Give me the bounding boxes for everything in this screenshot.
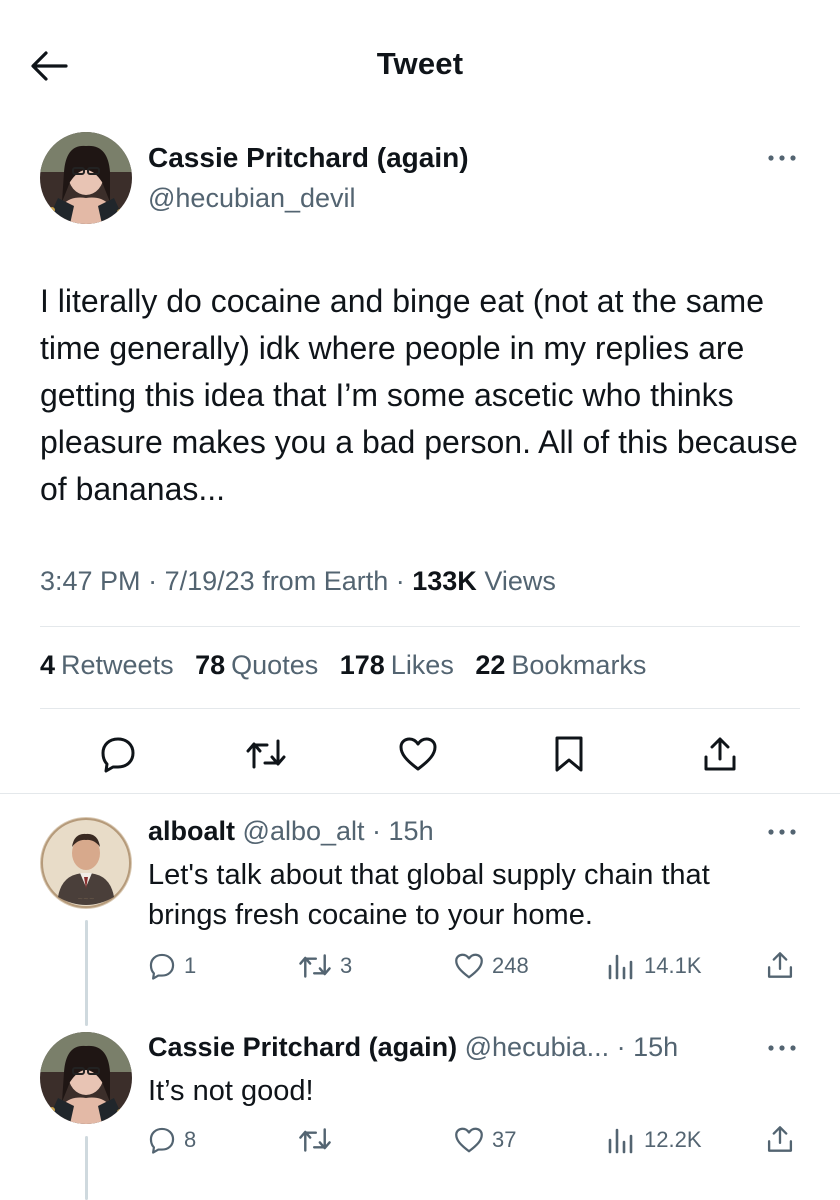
reply-header: Cassie Pritchard (again) @hecubia... · 1… <box>148 1032 678 1063</box>
reply-author-handle[interactable]: @albo_alt <box>243 816 365 846</box>
reply-header: alboalt @albo_alt · 15h <box>148 816 434 847</box>
likes-stat[interactable]: 178 Likes <box>340 650 454 681</box>
reply-like-button[interactable]: 37 <box>454 1126 516 1154</box>
reply-more-options-button[interactable] <box>765 1038 799 1058</box>
reply-like-button[interactable]: 248 <box>454 952 529 980</box>
bookmark-icon <box>555 736 583 772</box>
divider <box>0 793 840 794</box>
retweets-label: Retweets <box>61 650 174 680</box>
like-button[interactable] <box>394 730 442 778</box>
reply-retweet-button[interactable]: 3 <box>298 952 352 980</box>
top-bar: Tweet <box>0 0 840 120</box>
tweet-meta: 3:47 PM · 7/19/23 from Earth · 133K View… <box>40 566 556 597</box>
author-handle[interactable]: @hecubian_devil <box>148 183 356 214</box>
reply-text: Let's talk about that global supply chai… <box>148 859 710 931</box>
reply-views-button[interactable]: 12.2K <box>606 1126 702 1154</box>
meta-separator: · <box>148 566 165 596</box>
thread-line <box>85 1136 88 1200</box>
view-count: 12.2K <box>644 1127 702 1152</box>
views-count: 133K <box>412 566 477 596</box>
like-count: 37 <box>492 1127 517 1152</box>
reply-author-handle[interactable]: @hecubia... <box>465 1032 610 1062</box>
retweet-icon <box>246 739 286 769</box>
reply-count: 1 <box>184 953 197 978</box>
tweet-date[interactable]: 7/19/23 <box>165 566 255 596</box>
like-icon <box>455 953 483 979</box>
quotes-stat[interactable]: 78 Quotes <box>195 650 318 681</box>
retweets-count: 4 <box>40 650 56 680</box>
retweet-icon <box>299 954 331 978</box>
share-icon <box>767 952 793 978</box>
divider <box>40 708 800 709</box>
bookmarks-count: 22 <box>475 650 506 680</box>
avatar[interactable] <box>40 132 132 224</box>
bookmark-button[interactable] <box>545 730 593 778</box>
meta-separator: · <box>364 816 389 846</box>
more-options-button[interactable] <box>765 148 799 168</box>
meta-separator: · <box>609 1032 634 1062</box>
reply-avatar[interactable] <box>40 1032 132 1124</box>
reply-text: It’s not good! <box>148 1075 314 1107</box>
views-icon <box>608 954 633 980</box>
like-icon <box>455 1127 483 1153</box>
meta-separator: · <box>395 566 413 596</box>
reply-time[interactable]: 15h <box>389 816 434 846</box>
reply-more-options-button[interactable] <box>765 822 799 842</box>
retweet-button[interactable] <box>242 730 290 778</box>
reply-author-name[interactable]: Cassie Pritchard (again) <box>148 1032 457 1062</box>
retweets-stat[interactable]: 4 Retweets <box>40 650 174 681</box>
quotes-label: Quotes <box>231 650 319 680</box>
reply-author-name[interactable]: alboalt <box>148 816 235 846</box>
reply-time[interactable]: 15h <box>633 1032 678 1062</box>
svg-text:~~~: ~~~ <box>77 895 95 903</box>
likes-count: 178 <box>339 650 385 680</box>
reply-icon <box>149 1127 175 1154</box>
likes-label: Likes <box>390 650 454 680</box>
more-icon <box>768 155 796 161</box>
tweet-stats: 4 Retweets 78 Quotes 178 Likes 22 Bookmarks <box>40 650 660 681</box>
reply-share-button[interactable] <box>766 1124 794 1154</box>
reply-icon <box>149 953 175 980</box>
page-title: Tweet <box>376 46 464 81</box>
reply-icon <box>101 737 135 773</box>
author-name[interactable]: Cassie Pritchard (again) <box>148 142 469 174</box>
reply-views-button[interactable]: 14.1K <box>606 952 702 980</box>
tweet-text: I literally do cocaine and binge eat (no… <box>40 283 798 507</box>
quotes-count: 78 <box>195 650 226 680</box>
thread-line <box>85 920 88 1026</box>
reply-retweet-button[interactable] <box>298 1126 340 1154</box>
reply-reply-button[interactable]: 8 <box>148 1126 196 1154</box>
share-button[interactable] <box>696 730 744 778</box>
reply-avatar[interactable]: ~~~ <box>40 817 132 909</box>
views-icon <box>608 1128 633 1154</box>
view-count: 14.1K <box>644 953 702 978</box>
reply-count: 8 <box>184 1127 197 1152</box>
views-label: Views <box>484 566 556 596</box>
retweet-icon <box>299 1128 331 1152</box>
reply-reply-button[interactable]: 1 <box>148 952 196 980</box>
more-icon <box>768 829 796 835</box>
reply-button[interactable] <box>94 730 142 778</box>
bookmarks-stat[interactable]: 22 Bookmarks <box>475 650 646 681</box>
share-icon <box>767 1126 793 1152</box>
like-icon <box>399 737 437 771</box>
tweet-source: from Earth <box>262 566 389 596</box>
bookmarks-label: Bookmarks <box>511 650 647 680</box>
reply-share-button[interactable] <box>766 950 794 980</box>
tweet-time[interactable]: 3:47 PM <box>40 566 141 596</box>
more-icon <box>768 1045 796 1051</box>
retweet-count: 3 <box>340 953 353 978</box>
like-count: 248 <box>492 953 529 978</box>
share-icon <box>704 737 736 771</box>
divider <box>40 626 800 627</box>
